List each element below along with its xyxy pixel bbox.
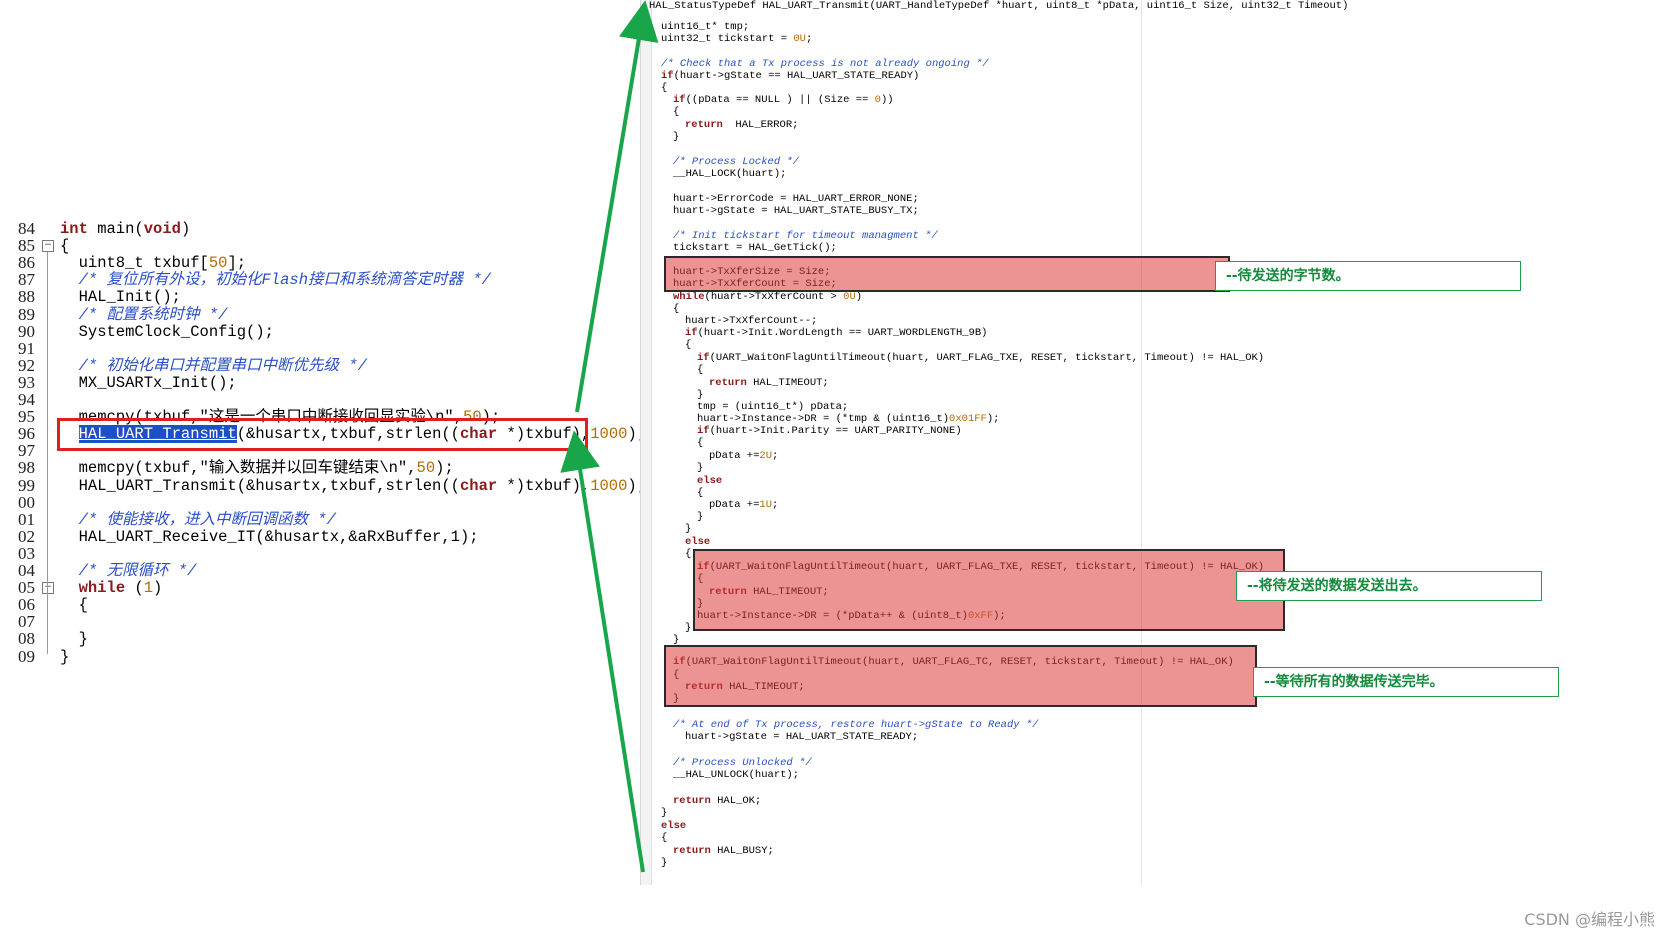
green-arrows — [560, 0, 659, 873]
arrow-to-function-bottom — [560, 430, 645, 873]
watermark: CSDN @编程小熊 — [1524, 910, 1655, 929]
arrow-to-function-top — [575, 0, 659, 413]
